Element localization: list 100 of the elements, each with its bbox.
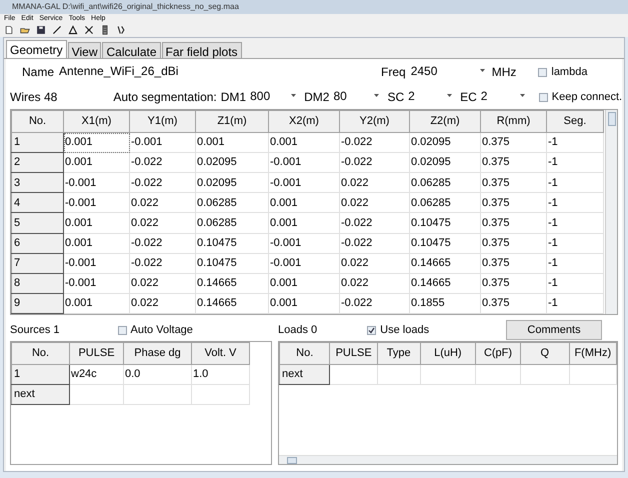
table-cell[interactable]: 0.0 xyxy=(124,364,192,384)
table-cell[interactable] xyxy=(420,364,476,384)
row-header[interactable]: next xyxy=(280,364,330,384)
table-cell[interactable]: -0.001 xyxy=(268,253,340,274)
table-cell[interactable]: 0.001 xyxy=(268,132,340,153)
table-cell[interactable]: -1 xyxy=(546,152,604,173)
vertical-scrollbar[interactable] xyxy=(605,110,617,314)
table-cell[interactable]: 0.375 xyxy=(480,233,546,254)
column-header[interactable]: Seg. xyxy=(546,110,604,132)
table-cell[interactable]: 0.06285 xyxy=(196,212,268,234)
table-cell[interactable]: 0.02095 xyxy=(196,152,268,173)
row-header[interactable]: 6 xyxy=(12,233,64,254)
table-cell[interactable]: 0.10475 xyxy=(410,233,480,254)
table-cell[interactable]: 0.001 xyxy=(64,233,130,254)
table-cell[interactable]: -1 xyxy=(546,293,604,314)
table-cell[interactable] xyxy=(192,384,250,404)
table-cell[interactable]: 0.14665 xyxy=(410,253,480,274)
column-header[interactable]: X1(m) xyxy=(64,110,130,132)
table-cell[interactable]: -0.001 xyxy=(130,132,196,153)
table-cell[interactable]: 0.001 xyxy=(268,192,340,213)
table-cell[interactable]: 0.375 xyxy=(480,273,546,294)
row-header[interactable]: 5 xyxy=(12,212,64,234)
table-cell[interactable]: -1 xyxy=(546,172,604,193)
table-cell[interactable]: -0.001 xyxy=(64,172,130,193)
table-cell[interactable]: 0.375 xyxy=(480,192,546,213)
table-cell[interactable]: -0.022 xyxy=(340,293,410,314)
table-cell[interactable]: 0.02095 xyxy=(196,172,268,193)
checkbox[interactable] xyxy=(538,68,548,76)
table-cell[interactable]: 0.375 xyxy=(480,172,546,193)
table-cell[interactable]: 0.10475 xyxy=(196,253,268,274)
table-cell[interactable]: 0.022 xyxy=(130,212,196,234)
comments-button[interactable]: Comments xyxy=(506,320,602,340)
table-cell[interactable]: -0.022 xyxy=(130,172,196,193)
row-header[interactable]: 1 xyxy=(12,132,64,153)
table-cell[interactable]: 0.001 xyxy=(196,132,268,153)
row-header[interactable]: 8 xyxy=(12,273,64,294)
table-cell[interactable]: 0.022 xyxy=(130,273,196,294)
column-header[interactable]: No. xyxy=(12,342,70,364)
column-header[interactable]: Q xyxy=(520,342,570,364)
table-cell[interactable]: 0.06285 xyxy=(410,192,480,213)
table-cell[interactable]: 0.022 xyxy=(340,192,410,213)
column-header[interactable]: No. xyxy=(12,110,64,132)
table-cell[interactable]: 0.022 xyxy=(130,293,196,314)
column-header[interactable]: Type xyxy=(377,342,420,364)
table-cell[interactable] xyxy=(70,384,124,404)
table-cell[interactable]: -0.022 xyxy=(340,152,410,173)
table-cell[interactable]: 0.001 xyxy=(268,273,340,294)
column-header[interactable]: F(MHz) xyxy=(569,342,616,364)
table-cell[interactable]: -1 xyxy=(546,192,604,213)
table-cell[interactable]: 0.001 xyxy=(64,293,130,314)
open-folder-icon[interactable] xyxy=(20,25,30,35)
column-header[interactable]: PULSE xyxy=(330,342,378,364)
table-cell[interactable]: -0.001 xyxy=(64,192,130,213)
column-header[interactable]: Z2(m) xyxy=(410,110,480,132)
table-cell[interactable]: 0.375 xyxy=(480,253,546,274)
tab[interactable]: Far field plots xyxy=(162,42,242,58)
table-cell[interactable]: 0.022 xyxy=(130,192,196,213)
table-cell[interactable]: -1 xyxy=(546,132,604,153)
row-header[interactable]: 9 xyxy=(12,293,64,314)
column-header[interactable]: R(mm) xyxy=(480,110,546,132)
table-cell[interactable]: 0.02095 xyxy=(410,152,480,173)
column-header[interactable]: X2(m) xyxy=(268,110,340,132)
table-cell[interactable]: 0.06285 xyxy=(196,192,268,213)
table-cell[interactable]: 0.001 xyxy=(64,212,130,234)
table-cell[interactable] xyxy=(377,364,420,384)
column-header[interactable]: Z1(m) xyxy=(196,110,268,132)
table-cell[interactable]: 0.001 xyxy=(64,152,130,173)
table-cell[interactable]: -0.022 xyxy=(130,253,196,274)
column-header[interactable]: No. xyxy=(280,342,330,364)
table-cell[interactable]: 0.14665 xyxy=(196,293,268,314)
table-cell[interactable]: 0.10475 xyxy=(196,233,268,254)
table-cell[interactable] xyxy=(124,384,192,404)
save-icon[interactable] xyxy=(36,25,46,35)
column-header[interactable]: Phase dg xyxy=(124,342,192,364)
checkbox[interactable] xyxy=(367,326,376,334)
checkbox[interactable] xyxy=(118,326,127,334)
row-header[interactable]: 3 xyxy=(12,172,64,193)
tab[interactable]: Geometry xyxy=(6,40,67,58)
line-icon[interactable] xyxy=(52,25,62,35)
row-header[interactable]: 7 xyxy=(12,253,64,274)
row-header[interactable]: 1 xyxy=(12,364,70,384)
table-cell[interactable]: 0.14665 xyxy=(410,273,480,294)
row-header[interactable]: next xyxy=(12,384,70,404)
table-cell[interactable]: -1 xyxy=(546,233,604,254)
table-cell[interactable]: -0.022 xyxy=(340,212,410,234)
table-cell[interactable]: -1 xyxy=(546,253,604,274)
table-cell[interactable]: -0.001 xyxy=(64,273,130,294)
table-cell[interactable]: -1 xyxy=(546,212,604,234)
table-cell[interactable]: 0.02095 xyxy=(410,132,480,153)
tab[interactable]: Calculate xyxy=(102,42,161,58)
table-cell[interactable]: -0.022 xyxy=(130,233,196,254)
table-cell[interactable]: -0.001 xyxy=(268,172,340,193)
table-cell[interactable]: 0.14665 xyxy=(196,273,268,294)
horizontal-scrollbar[interactable] xyxy=(279,455,617,464)
checkbox[interactable] xyxy=(538,92,548,102)
table-cell[interactable]: 0.001 xyxy=(268,212,340,234)
table-cell[interactable]: 0.001 xyxy=(64,132,130,153)
column-header[interactable]: Y2(m) xyxy=(340,110,410,132)
table-cell[interactable]: 0.022 xyxy=(340,253,410,274)
table-cell[interactable] xyxy=(520,364,570,384)
